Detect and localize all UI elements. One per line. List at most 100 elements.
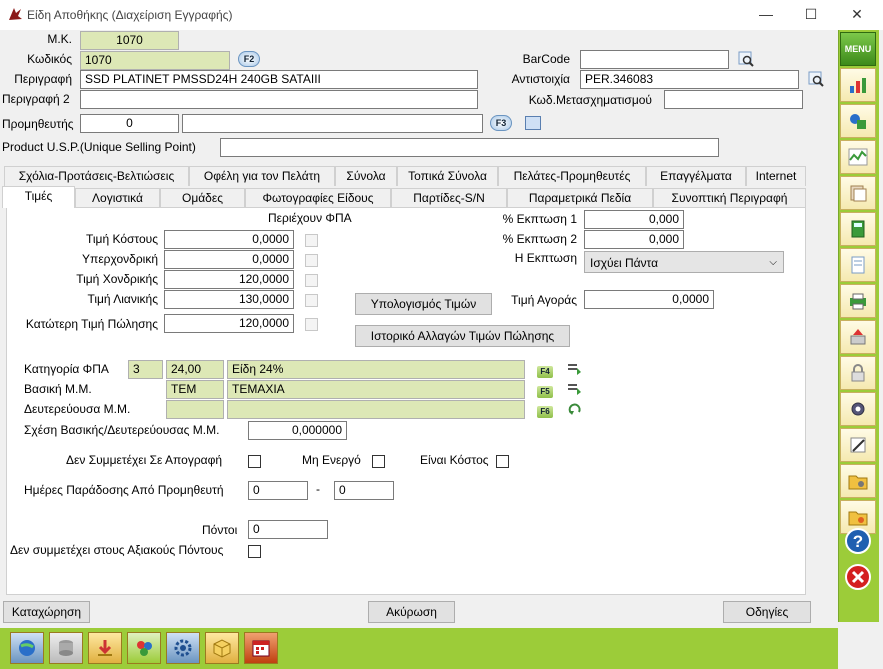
lock-icon[interactable] xyxy=(840,356,876,390)
no-points-checkbox[interactable] xyxy=(248,545,261,558)
secondary-unit-name-field[interactable] xyxy=(227,400,525,419)
price-history-button[interactable]: Ιστορικό Αλλαγών Τιμών Πώλησης xyxy=(355,325,570,347)
line-graph-icon[interactable] xyxy=(840,140,876,174)
vat-name-field[interactable]: Είδη 24% xyxy=(227,360,525,379)
secondary-unit-code-field[interactable] xyxy=(166,400,224,419)
close-button[interactable]: ✕ xyxy=(847,6,867,23)
download-icon[interactable] xyxy=(88,632,122,664)
tab-summary[interactable]: Συνοπτική Περιγραφή xyxy=(653,188,806,208)
base-unit-name-field[interactable]: TEMAXIA xyxy=(227,380,525,399)
description2-label: Περιγραφή 2 xyxy=(2,92,70,106)
tab-professions[interactable]: Επαγγέλματα xyxy=(646,166,746,186)
transform-code-field[interactable] xyxy=(664,90,803,109)
minimize-button[interactable]: — xyxy=(756,6,776,22)
usp-field[interactable] xyxy=(220,138,719,157)
exit-icon[interactable] xyxy=(840,560,876,594)
min-price-field[interactable]: 120,0000 xyxy=(164,314,294,333)
f3-lookup-icon[interactable]: F3 xyxy=(490,115,512,131)
no-inventory-checkbox[interactable] xyxy=(248,455,261,468)
cost-price-field[interactable]: 0,0000 xyxy=(164,230,294,249)
edit-note-icon[interactable] xyxy=(525,116,541,130)
help-button[interactable]: Οδηγίες xyxy=(723,601,811,623)
notes-icon[interactable] xyxy=(840,428,876,462)
maximize-button[interactable]: ☐ xyxy=(801,6,821,23)
min-price-vat-checkbox[interactable] xyxy=(305,318,318,331)
calculator-icon[interactable] xyxy=(840,212,876,246)
tab-totals[interactable]: Σύνολα xyxy=(335,166,397,186)
vat-category-label: Κατηγορία ΦΠΑ xyxy=(24,362,109,376)
database-icon[interactable] xyxy=(49,632,83,664)
globe-icon[interactable] xyxy=(10,632,44,664)
document-icon[interactable] xyxy=(840,248,876,282)
code-label: Κωδικός xyxy=(27,52,72,66)
delivery-to-field[interactable]: 0 xyxy=(334,481,394,500)
wholesale-field[interactable]: 120,0000 xyxy=(164,270,294,289)
tab-parametric[interactable]: Παραμετρικά Πεδία xyxy=(507,188,653,208)
shapes-icon[interactable] xyxy=(840,104,876,138)
chart-icon[interactable] xyxy=(840,68,876,102)
vat-code-field[interactable]: 3 xyxy=(128,360,163,379)
purchase-price-field[interactable]: 0,0000 xyxy=(584,290,714,309)
molecules-icon[interactable] xyxy=(127,632,161,664)
tab-customer-benefits[interactable]: Οφέλη για τον Πελάτη xyxy=(189,166,335,186)
barcode-field[interactable] xyxy=(580,50,729,69)
mk-field[interactable]: 1070 xyxy=(80,31,179,50)
super-wholesale-field[interactable]: 0,0000 xyxy=(164,250,294,269)
super-wholesale-vat-checkbox[interactable] xyxy=(305,254,318,267)
supplier-code-field[interactable]: 0 xyxy=(80,114,179,133)
discount2-field[interactable]: 0,000 xyxy=(584,230,684,249)
unit-ratio-field[interactable]: 0,000000 xyxy=(248,421,347,440)
f4-key-icon[interactable]: F4 xyxy=(537,366,553,378)
discount1-field[interactable]: 0,000 xyxy=(584,210,684,229)
is-cost-checkbox[interactable] xyxy=(496,455,509,468)
tab-comments[interactable]: Σχόλια-Προτάσεις-Βελτιώσεις xyxy=(4,166,189,186)
calendar-icon[interactable] xyxy=(244,632,278,664)
calculate-prices-button[interactable]: Υπολογισμός Τιμών xyxy=(355,293,492,315)
delivery-from-field[interactable]: 0 xyxy=(248,481,308,500)
menu-button[interactable]: MENU xyxy=(840,32,876,66)
description2-field[interactable] xyxy=(80,90,478,109)
barcode-search-icon[interactable] xyxy=(738,51,754,67)
tab-groups[interactable]: Ομάδες xyxy=(160,188,245,208)
printer-icon[interactable] xyxy=(840,284,876,318)
f6-key-icon[interactable]: F6 xyxy=(537,406,553,418)
tab-customers-suppliers[interactable]: Πελάτες-Προμηθευτές xyxy=(498,166,646,186)
supplier-name-field[interactable] xyxy=(182,114,483,133)
settings-icon[interactable] xyxy=(840,392,876,426)
tab-local-totals[interactable]: Τοπικά Σύνολα xyxy=(397,166,498,186)
base-unit-code-field[interactable]: TEM xyxy=(166,380,224,399)
tab-accounting[interactable]: Λογιστικά xyxy=(75,188,160,208)
code-field[interactable]: 1070 xyxy=(80,51,230,70)
f5-key-icon[interactable]: F5 xyxy=(537,386,553,398)
folder-settings-icon[interactable] xyxy=(840,464,876,498)
inactive-checkbox[interactable] xyxy=(372,455,385,468)
retail-field[interactable]: 130,0000 xyxy=(164,290,294,309)
vat-rate-field[interactable]: 24,00 xyxy=(166,360,224,379)
import-export-icon[interactable] xyxy=(840,320,876,354)
description-label: Περιγραφή xyxy=(14,72,72,86)
down-arrow-icon[interactable] xyxy=(567,382,581,396)
tab-photos[interactable]: Φωτογραφίες Είδους xyxy=(245,188,391,208)
tab-batches[interactable]: Παρτίδες-S/N xyxy=(391,188,507,208)
points-field[interactable]: 0 xyxy=(248,520,328,539)
cost-vat-checkbox[interactable] xyxy=(305,234,318,247)
correspondence-search-icon[interactable] xyxy=(808,71,824,87)
documents-icon[interactable] xyxy=(840,176,876,210)
cancel-button[interactable]: Ακύρωση xyxy=(368,601,455,623)
tab-prices[interactable]: Τιμές xyxy=(2,186,75,208)
gear-icon[interactable] xyxy=(166,632,200,664)
save-button[interactable]: Καταχώρηση xyxy=(3,601,90,623)
tab-internet[interactable]: Internet xyxy=(746,166,806,186)
f2-lookup-icon[interactable]: F2 xyxy=(238,51,260,67)
description-field[interactable]: SSD PLATINET PMSSD24H 240GB SATAIII xyxy=(80,70,478,89)
help-icon[interactable]: ? xyxy=(840,524,876,558)
correspondence-field[interactable]: PER.346083 xyxy=(580,70,799,89)
refresh-icon[interactable] xyxy=(568,403,582,417)
discount-select[interactable]: Ισχύει Πάντα ⌵ xyxy=(584,251,784,273)
retail-vat-checkbox[interactable] xyxy=(305,294,318,307)
usp-label: Product U.S.P.(Unique Selling Point) xyxy=(2,140,196,154)
wholesale-vat-checkbox[interactable] xyxy=(305,274,318,287)
package-icon[interactable] xyxy=(205,632,239,664)
correspondence-label: Αντιστοιχία xyxy=(511,72,570,86)
down-arrow-icon[interactable] xyxy=(567,362,581,376)
